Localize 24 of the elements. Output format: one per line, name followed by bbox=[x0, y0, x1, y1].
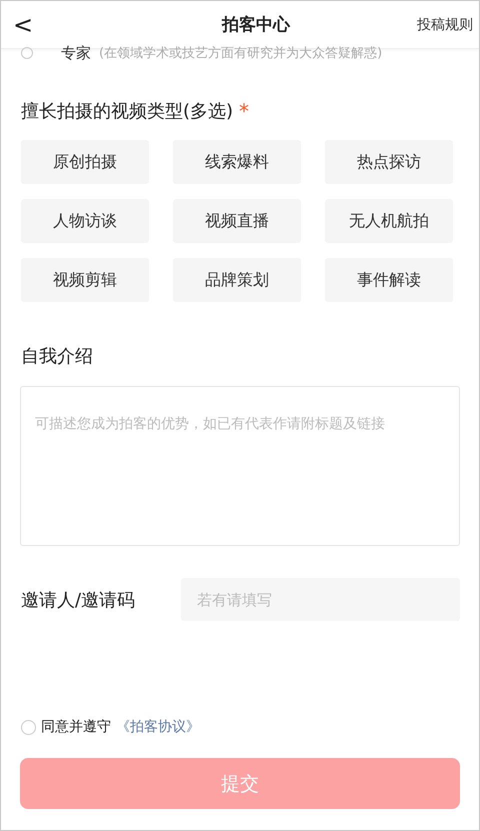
option-label: 专家 bbox=[61, 45, 91, 61]
radio-button[interactable] bbox=[21, 47, 33, 59]
option-hint: (在领域学术或技艺方面有研究并为大众答疑解惑) bbox=[99, 45, 382, 61]
type-chip[interactable]: 人物访谈 bbox=[21, 199, 149, 243]
intro-field[interactable]: 可描述您成为拍客的优势，如已有代表作请附标题及链接 bbox=[20, 386, 460, 546]
type-chip[interactable]: 无人机航拍 bbox=[325, 199, 453, 243]
type-chip[interactable]: 线索爆料 bbox=[173, 140, 301, 184]
type-chip[interactable]: 原创拍摄 bbox=[21, 140, 149, 184]
page-title: 拍客中心 bbox=[222, 14, 290, 36]
required-mark: * bbox=[239, 99, 250, 123]
type-chip[interactable]: 热点探访 bbox=[325, 140, 453, 184]
rules-link[interactable]: 投稿规则 bbox=[417, 16, 473, 34]
type-chip[interactable]: 品牌策划 bbox=[173, 258, 301, 302]
agreement-link[interactable]: 《拍客协议》 bbox=[116, 718, 200, 736]
field-label: 自我介绍 bbox=[21, 345, 94, 368]
type-chip[interactable]: 视频剪辑 bbox=[21, 258, 149, 302]
type-chip[interactable]: 事件解读 bbox=[325, 258, 453, 302]
back-button[interactable]: < bbox=[11, 10, 35, 38]
type-chip[interactable]: 视频直播 bbox=[173, 199, 301, 243]
field-label: 邀请人/邀请码 bbox=[21, 588, 136, 612]
agree-checkbox[interactable] bbox=[21, 720, 36, 734]
invite-field[interactable]: 若有请填写 bbox=[181, 578, 460, 621]
section-title: 擅长拍摄的视频类型(多选) bbox=[21, 100, 234, 123]
agree-text: 同意并遵守 bbox=[41, 718, 111, 736]
